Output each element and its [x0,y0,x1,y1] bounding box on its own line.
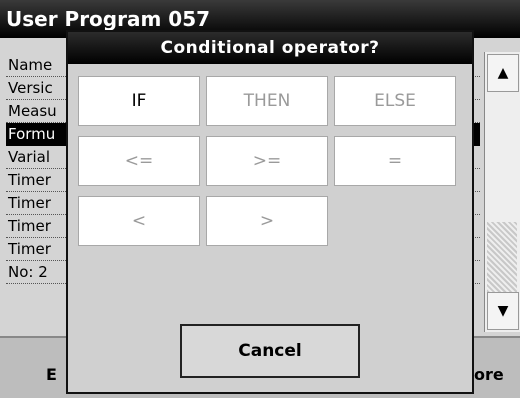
bottom-left-button[interactable]: E [46,352,57,398]
list-scrollbar[interactable]: ▲ ▼ [484,52,520,332]
dialog-title: Conditional operator? [68,32,472,64]
conditional-operator-dialog: Conditional operator? IF THEN ELSE <= >=… [66,30,474,394]
equal-button[interactable]: = [334,136,456,186]
then-button[interactable]: THEN [206,76,328,126]
scroll-down-icon[interactable]: ▼ [487,292,519,330]
cancel-button[interactable]: Cancel [180,324,360,378]
less-than-button[interactable]: < [78,196,200,246]
else-button[interactable]: ELSE [334,76,456,126]
scroll-up-icon[interactable]: ▲ [487,54,519,92]
bottom-right-button[interactable]: ore [474,352,504,398]
if-button[interactable]: IF [78,76,200,126]
less-equal-button[interactable]: <= [78,136,200,186]
greater-equal-button[interactable]: >= [206,136,328,186]
scrollbar-thumb[interactable] [487,222,517,292]
greater-than-button[interactable]: > [206,196,328,246]
